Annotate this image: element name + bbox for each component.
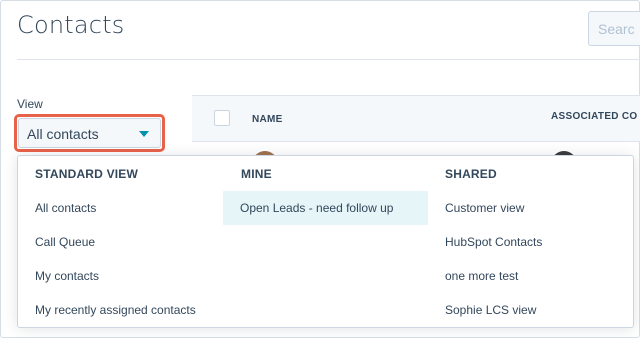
view-option-all-contacts[interactable]: All contacts (35, 191, 96, 225)
select-all-checkbox[interactable] (214, 110, 230, 126)
view-option-customer-view[interactable]: Customer view (445, 191, 524, 225)
shared-heading: SHARED (445, 167, 497, 181)
standard-view-heading: STANDARD VIEW (35, 167, 139, 181)
mine-heading: MINE (241, 167, 272, 181)
view-option-hubspot-contacts[interactable]: HubSpot Contacts (445, 225, 542, 259)
view-option-sophie-lcs-view[interactable]: Sophie LCS view (445, 293, 536, 327)
view-option-call-queue[interactable]: Call Queue (35, 225, 95, 259)
column-header-name[interactable]: NAME (252, 114, 283, 125)
caret-down-icon[interactable] (139, 131, 149, 137)
page-title: Contacts (17, 11, 125, 39)
view-label: View (17, 97, 43, 111)
view-option-open-leads[interactable]: Open Leads - need follow up (223, 191, 428, 225)
header-divider (17, 59, 640, 60)
search-input[interactable]: Searc (588, 11, 640, 46)
view-dropdown-menu: STANDARD VIEW All contacts Call Queue My… (17, 155, 634, 328)
view-option-one-more-test[interactable]: one more test (445, 259, 518, 293)
column-header-associated-company[interactable]: ASSOCIATED CO (551, 111, 638, 122)
view-option-my-contacts[interactable]: My contacts (35, 259, 99, 293)
view-option-my-recently-assigned[interactable]: My recently assigned contacts (35, 293, 196, 327)
